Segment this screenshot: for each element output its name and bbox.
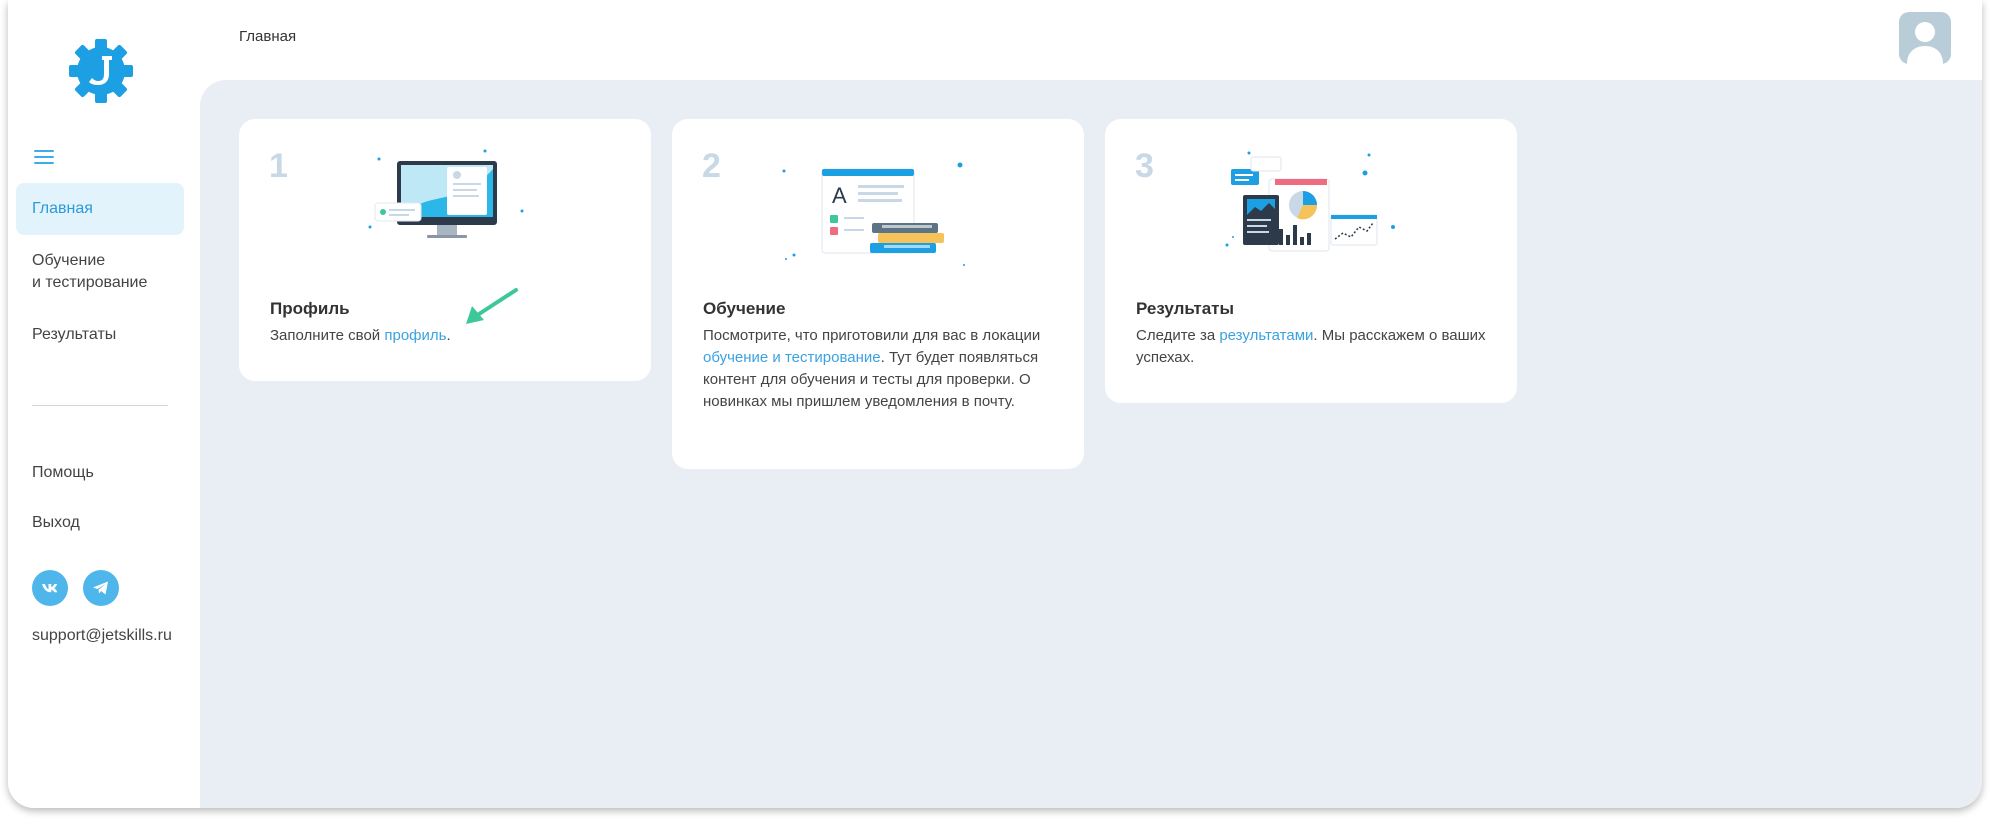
card-text-part: . [446, 327, 451, 344]
sidebar-item-label: Обучение [32, 252, 106, 269]
sidebar-item-home[interactable]: Главная [16, 183, 184, 235]
sidebar-item-label: Результаты [32, 326, 117, 343]
support-email[interactable]: support@jetskills.ru [32, 627, 172, 645]
sidebar-item-learning[interactable]: Обучение и тестирование [16, 250, 184, 294]
card-title: Обучение [703, 299, 786, 318]
results-card[interactable]: 3 Результаты Следите за результатами. Мы… [1105, 119, 1517, 403]
help-link[interactable]: Помощь [32, 464, 94, 482]
logout-link[interactable]: Выход [32, 514, 80, 532]
card-number: 2 [702, 147, 721, 185]
jetskills-logo-icon[interactable] [66, 36, 136, 106]
sidebar-nav: Главная Обучение и тестирование Результа… [16, 183, 184, 346]
card-title: Результаты [1136, 299, 1235, 318]
monitor-illustration-icon [368, 149, 524, 238]
sidebar-divider [32, 405, 168, 406]
telegram-icon[interactable] [83, 570, 119, 606]
card-number: 3 [1135, 147, 1154, 185]
card-text: Следите за результатами. Мы расскажем о … [1136, 325, 1487, 369]
sidebar: Главная Обучение и тестирование Результа… [8, 0, 200, 808]
profile-link[interactable]: профиль [384, 327, 446, 344]
learning-link[interactable]: обучение и тестирование [703, 349, 881, 366]
sidebar-item-label: и тестирование [32, 274, 148, 291]
avatar[interactable] [1899, 12, 1951, 64]
card-text-part: Следите за [1136, 327, 1220, 344]
learning-card[interactable]: 2 A Обучение Посмотрите, что приготовили… [672, 119, 1084, 469]
user-icon [1907, 22, 1943, 64]
books-illustration-icon: A [782, 162, 965, 266]
sidebar-item-label: Главная [32, 200, 93, 217]
card-text-part: Посмотрите, что приготовили для вас в ло… [703, 327, 1041, 344]
sidebar-item-results[interactable]: Результаты [16, 324, 184, 346]
results-link[interactable]: результатами [1219, 327, 1313, 344]
breadcrumb: Главная [239, 28, 297, 45]
svg-text:A: A [832, 183, 847, 208]
card-text: Заполните свой профиль. [270, 325, 621, 347]
card-title: Профиль [270, 299, 350, 318]
pointer-arrow-icon [466, 288, 518, 324]
menu-toggle-icon[interactable] [34, 150, 54, 166]
card-text-part: Заполните свой [270, 327, 385, 344]
card-text: Посмотрите, что приготовили для вас в ло… [703, 325, 1054, 413]
analytics-illustration-icon [1225, 151, 1395, 252]
card-number: 1 [269, 147, 288, 185]
profile-card[interactable]: 1 Профиль Заполните свой профиль. [239, 119, 651, 381]
vk-icon[interactable] [32, 570, 68, 606]
